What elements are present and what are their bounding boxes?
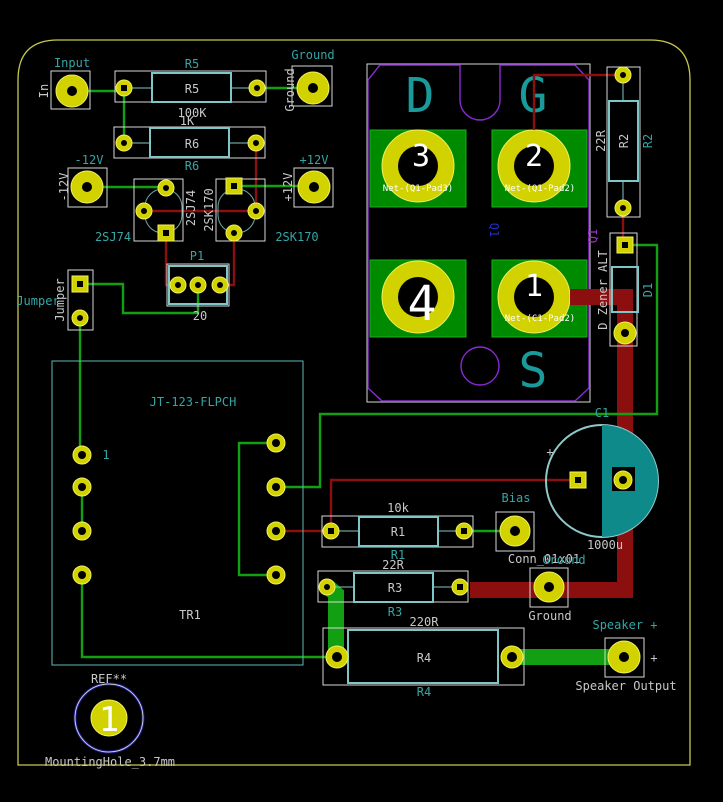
r4-ref: R4 bbox=[417, 685, 431, 699]
pos12v-label: +12V bbox=[300, 153, 329, 167]
pad-number: 2 bbox=[525, 139, 543, 174]
pad-number: 4 bbox=[408, 276, 437, 332]
source-label: S bbox=[519, 343, 548, 399]
r3-ref-inner: R3 bbox=[388, 581, 402, 595]
2sk170-ref: 2SK170 bbox=[275, 230, 318, 244]
r4-ref-inner: R4 bbox=[417, 651, 431, 665]
r6-ref-inner: R6 bbox=[185, 137, 199, 151]
speaker-polarity: + bbox=[650, 651, 657, 665]
pos12v-value: +12V bbox=[281, 173, 295, 202]
jumper-value: Jumper bbox=[53, 278, 67, 321]
net-label: Net-(C1-Pad2) bbox=[505, 314, 575, 324]
d1-value: D_Zener_ALT bbox=[596, 250, 610, 329]
2sj74-ref: 2SJ74 bbox=[95, 230, 131, 244]
net-label: Net-(Q1-Pad2) bbox=[505, 184, 575, 194]
r3-ref: R3 bbox=[388, 605, 402, 619]
drain-label: D bbox=[406, 68, 435, 124]
input-label: Input bbox=[54, 56, 90, 70]
speaker-label: Speaker + bbox=[592, 618, 657, 632]
neg12v-label: -12V bbox=[75, 153, 104, 167]
c1-value: 1000u bbox=[587, 538, 623, 552]
mounting-ref: REF** bbox=[91, 672, 127, 686]
r2-value: 22R bbox=[594, 129, 608, 151]
r6-value: 1K bbox=[180, 114, 195, 128]
r4-value: 220R bbox=[410, 615, 440, 629]
tr1-pin1-label: 1 bbox=[102, 448, 109, 462]
input-value: In bbox=[37, 84, 51, 98]
pad-number: 1 bbox=[525, 269, 543, 304]
d1-ref: D1 bbox=[641, 283, 655, 297]
ground-mid-label: Ground bbox=[542, 553, 585, 567]
r6-ref: R6 bbox=[185, 159, 199, 173]
mounting-value: MountingHole_3.7mm bbox=[45, 755, 175, 769]
p1-value: 20 bbox=[193, 309, 207, 323]
tr1-ref: TR1 bbox=[179, 608, 201, 622]
mounting-pad-number: 1 bbox=[99, 700, 119, 740]
ground-top-value: Ground bbox=[283, 68, 297, 111]
c1-polarity: + bbox=[546, 445, 553, 459]
net-label: Net-(Q1-Pad3) bbox=[383, 184, 453, 194]
r2-ref: R2 bbox=[641, 134, 655, 148]
r3-value: 22R bbox=[382, 558, 404, 572]
tr1-value: JT-123-FLPCH bbox=[150, 395, 237, 409]
speaker-value: Speaker Output bbox=[575, 679, 676, 693]
bias-label: Bias bbox=[502, 491, 531, 505]
ground-top-label: Ground bbox=[291, 48, 334, 62]
q1-ref: Q1 bbox=[586, 229, 600, 243]
r2-ref-inner: R2 bbox=[617, 134, 631, 148]
neg12v-value: -12V bbox=[57, 173, 71, 202]
2sj74-value: 2SJ74 bbox=[184, 190, 198, 226]
pcb-canvas[interactable]: 3 2 4 1 Net-(Q1-Pad3) Net-(Q1-Pad2) Net-… bbox=[0, 0, 723, 802]
ground-mid-value: Ground bbox=[528, 609, 571, 623]
c1-ref: C1 bbox=[595, 406, 609, 420]
2sk170-value: 2SK170 bbox=[202, 188, 216, 231]
r5-ref-inner: R5 bbox=[185, 82, 199, 96]
pad-number: 3 bbox=[412, 139, 430, 174]
r5-ref: R5 bbox=[185, 57, 199, 71]
r1-value: 10k bbox=[387, 501, 409, 515]
p1-ref: P1 bbox=[190, 249, 204, 263]
r1-ref-inner: R1 bbox=[391, 525, 405, 539]
q1-ref-back: Q1 bbox=[487, 223, 501, 237]
